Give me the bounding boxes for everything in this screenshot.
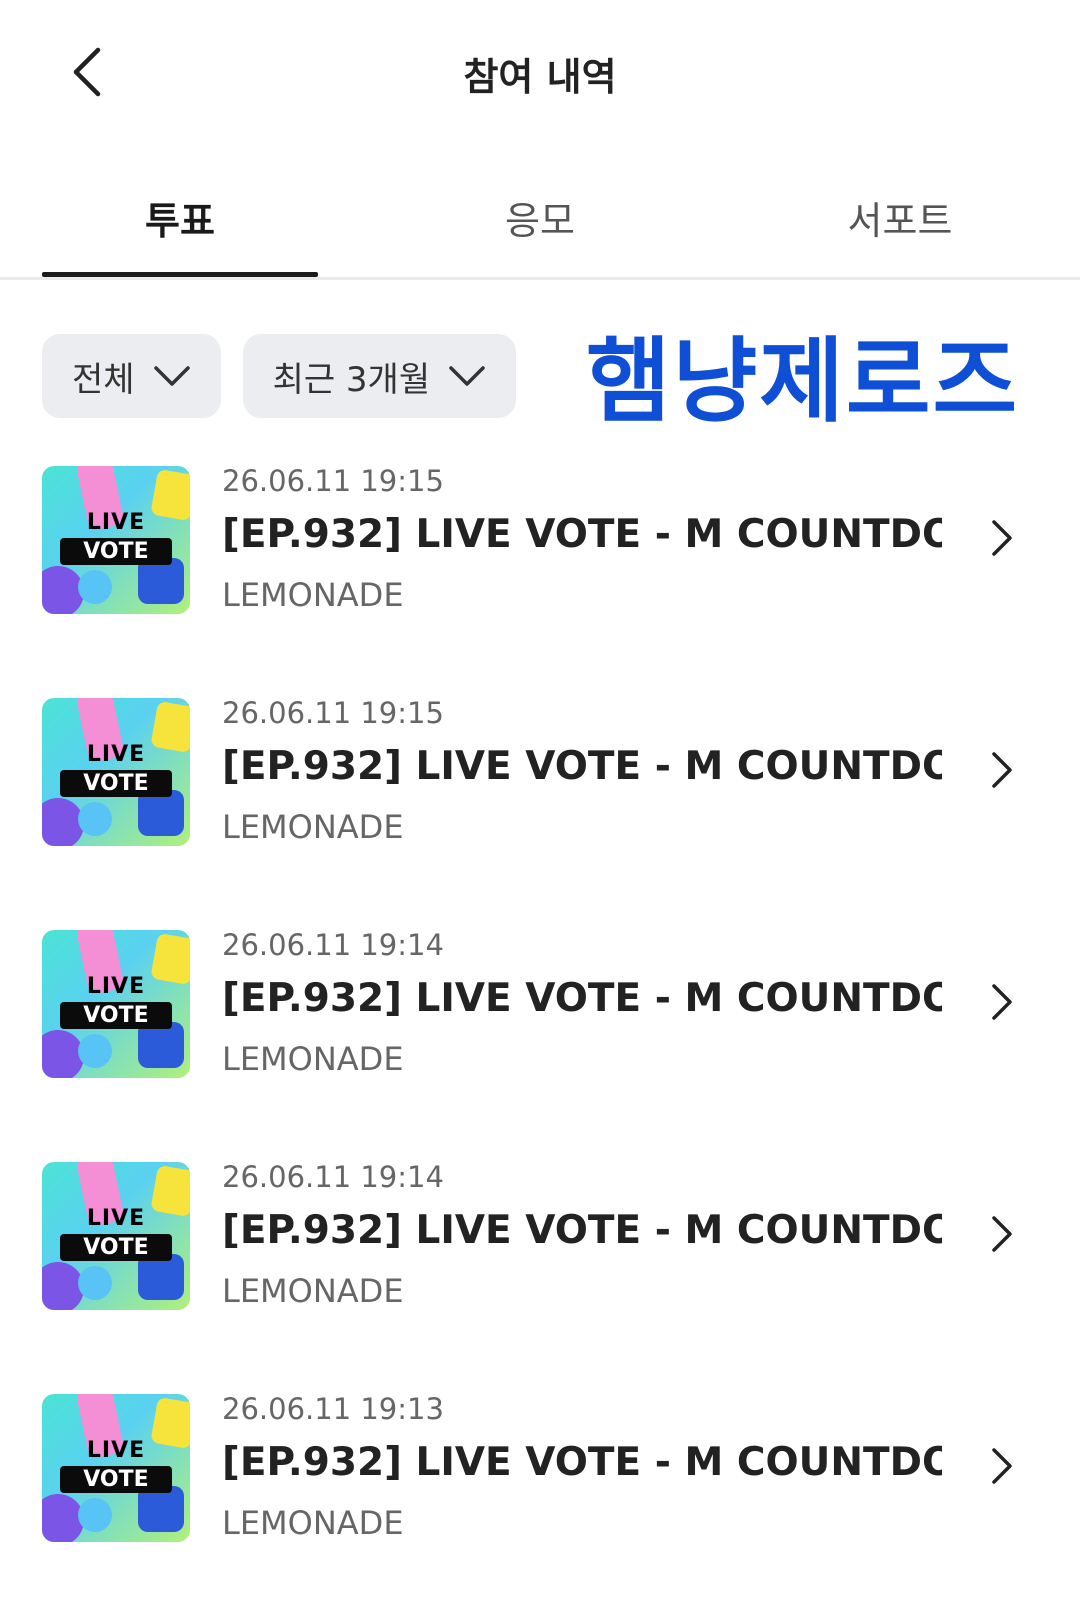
chevron-right-icon: [992, 984, 1012, 1020]
list-item[interactable]: LIVE VOTE 26.06.11 19:15 [EP.932] LIVE V…: [0, 464, 1080, 698]
list-item[interactable]: LIVE VOTE 26.06.11 19:14 [EP.932] LIVE V…: [0, 928, 1080, 1162]
category-filter-dropdown[interactable]: 전체: [42, 334, 221, 418]
thumbnail-text-live: LIVE: [86, 1206, 146, 1231]
page-title: 참여 내역: [463, 55, 617, 99]
item-artist: LEMONADE: [222, 1272, 404, 1310]
list-item[interactable]: LIVE VOTE 26.06.11 19:14 [EP.932] LIVE V…: [0, 1160, 1080, 1394]
thumbnail-text-live: LIVE: [86, 974, 146, 999]
live-vote-thumbnail: LIVE VOTE: [42, 698, 190, 846]
item-title: [EP.932] LIVE VOTE - M COUNTDO...: [222, 512, 942, 557]
item-artist: LEMONADE: [222, 1040, 404, 1078]
filter-bar: 전체 최근 3개월: [42, 334, 517, 418]
active-tab-indicator: [42, 272, 318, 277]
item-artist: LEMONADE: [222, 1504, 404, 1542]
live-vote-thumbnail: LIVE VOTE: [42, 466, 190, 614]
watermark-text: 햄냥제로즈: [586, 328, 1020, 435]
thumbnail-text-vote: VOTE: [60, 1002, 172, 1029]
tab-bar: 투표 응모 서포트: [0, 170, 1080, 280]
live-vote-thumbnail: LIVE VOTE: [42, 930, 190, 1078]
live-vote-thumbnail: LIVE VOTE: [42, 1394, 190, 1542]
item-title: [EP.932] LIVE VOTE - M COUNTDO...: [222, 976, 942, 1021]
thumbnail-text-vote: VOTE: [60, 1466, 172, 1493]
chevron-right-icon: [992, 1216, 1012, 1252]
header-bar: 참여 내역: [0, 0, 1080, 150]
list-item[interactable]: LIVE VOTE 26.06.11 19:15 [EP.932] LIVE V…: [0, 696, 1080, 930]
category-filter-label: 전체: [72, 359, 135, 400]
item-date: 26.06.11 19:15: [222, 464, 444, 498]
chevron-down-icon: [153, 366, 190, 386]
item-artist: LEMONADE: [222, 808, 404, 846]
thumbnail-text-live: LIVE: [86, 510, 146, 535]
item-date: 26.06.11 19:13: [222, 1392, 444, 1426]
item-title: [EP.932] LIVE VOTE - M COUNTDO...: [222, 744, 942, 789]
chevron-right-icon: [992, 520, 1012, 556]
tab-entry[interactable]: 응모: [402, 190, 678, 260]
tab-vote[interactable]: 투표: [42, 190, 318, 260]
live-vote-thumbnail: LIVE VOTE: [42, 1162, 190, 1310]
period-filter-dropdown[interactable]: 최근 3개월: [242, 334, 517, 418]
item-date: 26.06.11 19:15: [222, 696, 444, 730]
thumbnail-text-live: LIVE: [86, 742, 146, 767]
chevron-right-icon: [992, 1448, 1012, 1484]
item-artist: LEMONADE: [222, 576, 404, 614]
item-date: 26.06.11 19:14: [222, 928, 444, 962]
list-item[interactable]: LIVE VOTE 26.06.11 19:13 [EP.932] LIVE V…: [0, 1392, 1080, 1620]
item-title: [EP.932] LIVE VOTE - M COUNTDO...: [222, 1440, 942, 1485]
thumbnail-text-live: LIVE: [86, 1438, 146, 1463]
chevron-down-icon: [449, 366, 485, 386]
thumbnail-text-vote: VOTE: [60, 1234, 172, 1261]
thumbnail-text-vote: VOTE: [60, 770, 172, 797]
thumbnail-text-vote: VOTE: [60, 538, 172, 565]
period-filter-label: 최근 3개월: [272, 359, 431, 400]
chevron-right-icon: [992, 752, 1012, 788]
item-title: [EP.932] LIVE VOTE - M COUNTDO...: [222, 1208, 942, 1253]
item-date: 26.06.11 19:14: [222, 1160, 444, 1194]
participation-list: LIVE VOTE 26.06.11 19:15 [EP.932] LIVE V…: [0, 464, 1080, 1620]
tab-support[interactable]: 서포트: [762, 190, 1038, 260]
